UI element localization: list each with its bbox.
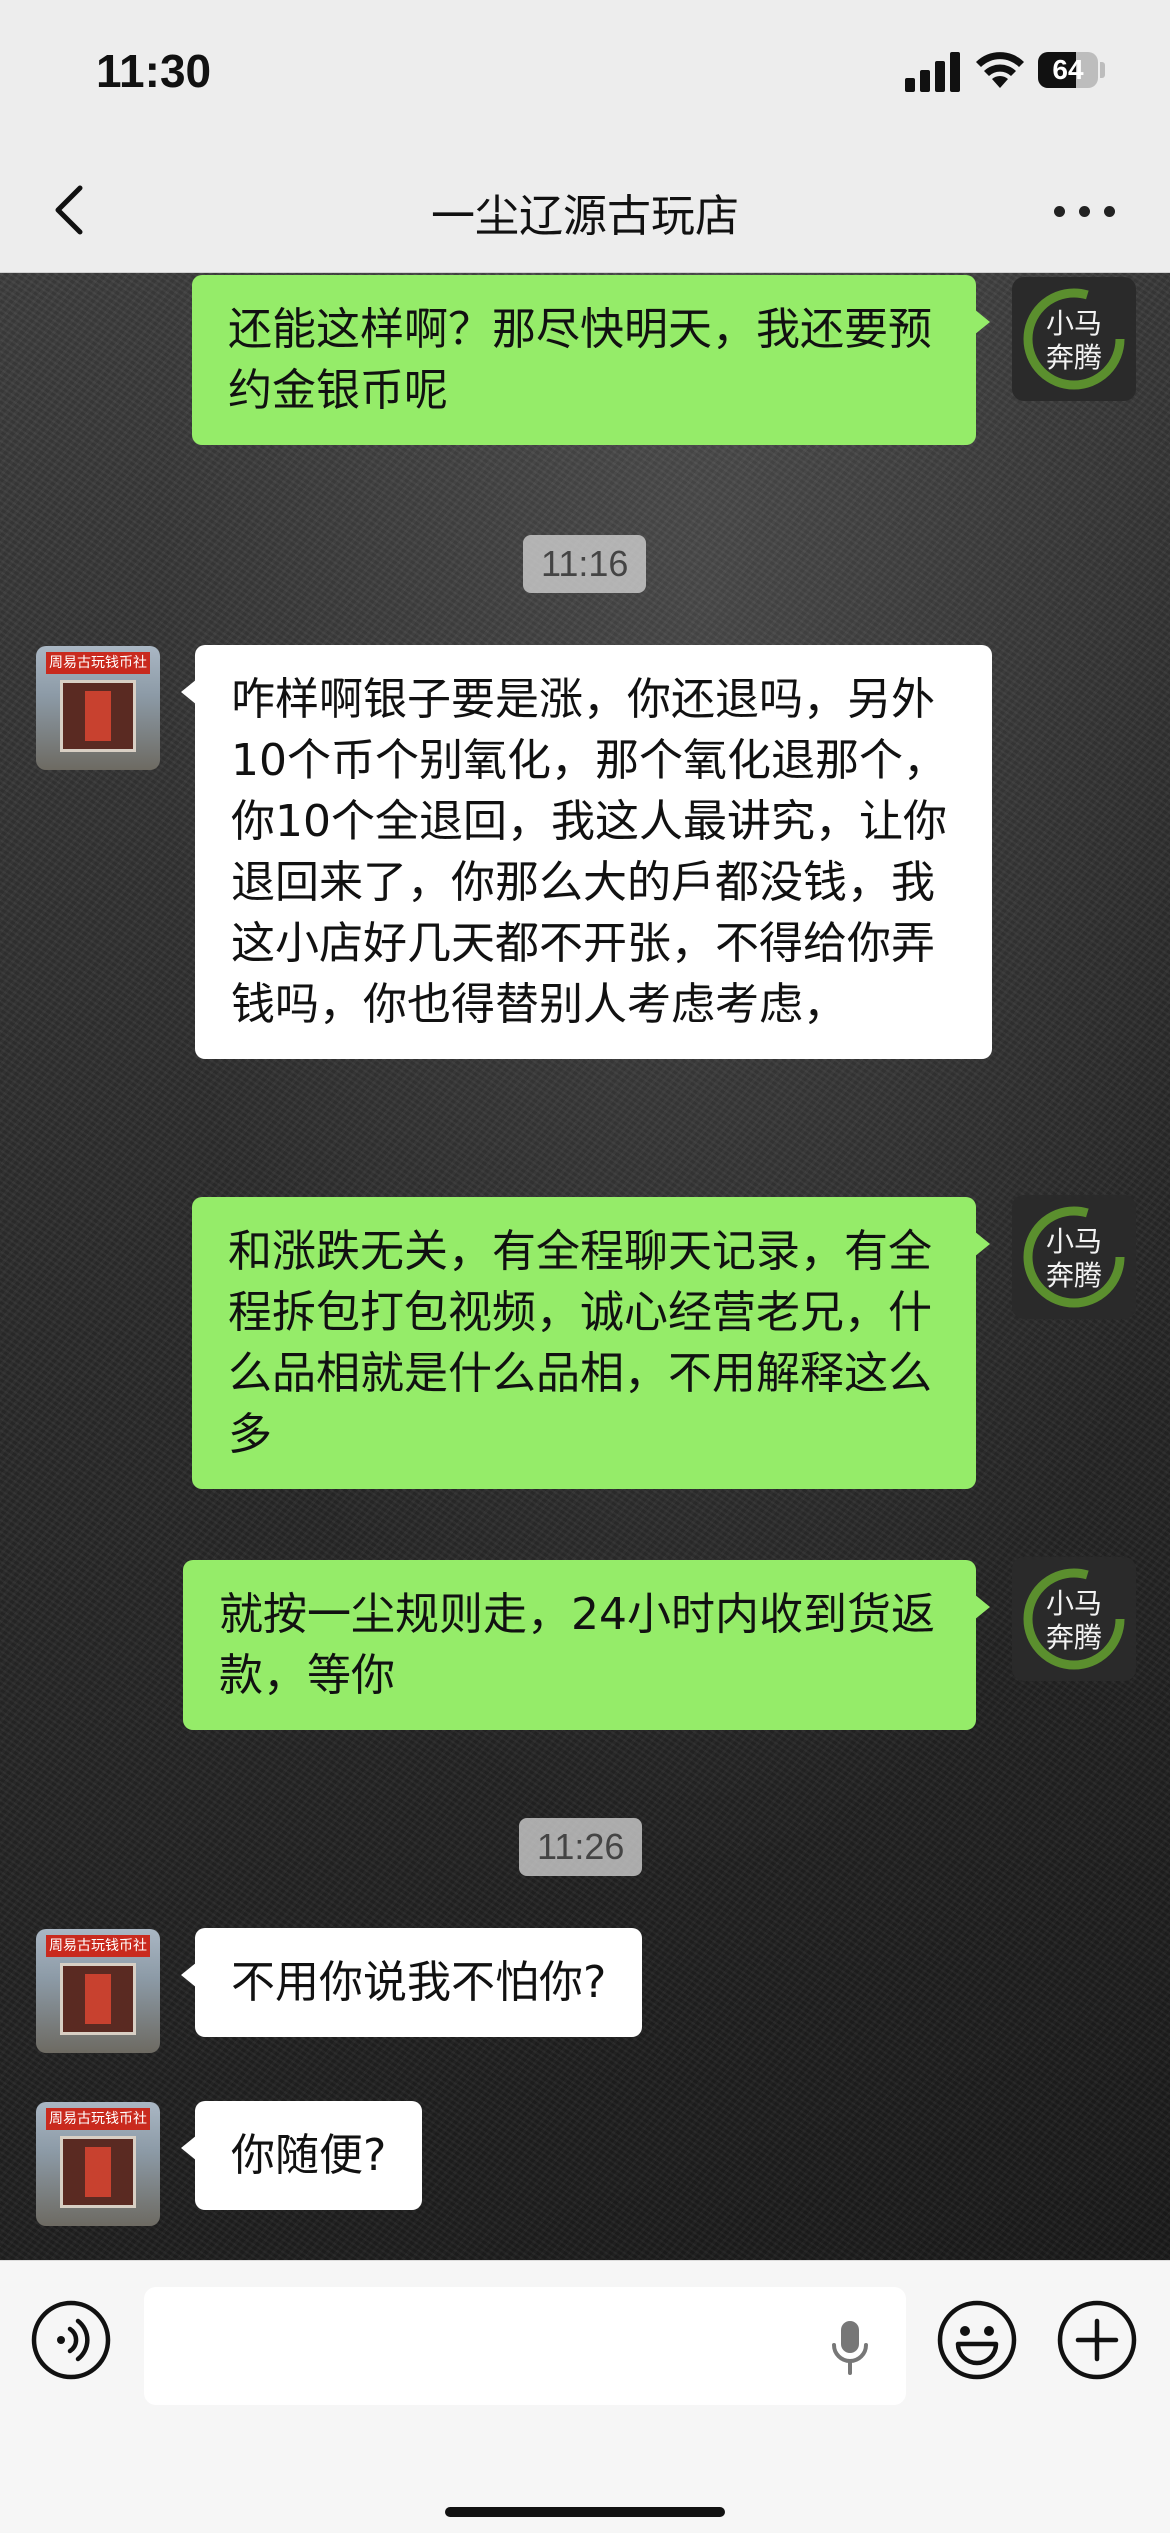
chat-message-list[interactable]: 还能这样啊？那尽快明天，我还要预约金银币呢 小马 奔腾 11:16 周易古玩钱币社… [0,273,1170,2260]
my-avatar[interactable]: 小马 奔腾 [1012,1195,1136,1319]
cellular-signal-icon [905,52,961,92]
battery-level-text: 64 [1052,54,1084,85]
avatar-text-line2: 奔腾 [1046,1621,1102,1654]
shop-avatar[interactable]: 周易古玩钱币社 [36,2102,160,2226]
ink-circle-icon: 小马奔腾 [1023,1568,1125,1670]
outgoing-message-bubble[interactable]: 还能这样啊？那尽快明天，我还要预约金银币呢 [192,275,990,445]
avatar-text-line1: 小马 [1046,1225,1102,1258]
incoming-message-bubble[interactable]: 不用你说我不怕你? [180,1928,643,2037]
shop-sign-text: 周易古玩钱币社 [46,2108,150,2130]
input-toolbar [0,2260,1170,2533]
my-avatar[interactable]: 小马 奔腾 [1012,277,1136,401]
battery-icon: 64 [1038,52,1098,88]
more-options-icon[interactable] [1050,196,1120,226]
voice-toggle-icon[interactable] [30,2299,112,2381]
message-timestamp: 11:26 [519,1818,643,1876]
my-avatar[interactable]: 小马 奔腾 [1012,1557,1136,1681]
emoji-icon[interactable] [936,2299,1018,2381]
avatar-text-line2: 奔腾 [1046,341,1102,374]
avatar-text-line1: 小马 [1046,307,1102,340]
shop-door [60,680,136,752]
incoming-message-bubble[interactable]: 咋样啊银子要是涨，你还退吗，另外10个币个别氧化，那个氧化退那个，你10个全退回… [181,645,992,1059]
shop-door [60,2136,136,2208]
home-indicator [445,2507,725,2517]
ink-circle-icon: 小马奔腾 [1023,288,1125,390]
chat-header: 一尘辽源古玩店 [0,150,1170,273]
shop-avatar[interactable]: 周易古玩钱币社 [36,1929,160,2053]
ink-circle-icon: 小马奔腾 [1023,1206,1125,1308]
status-time: 11:30 [96,45,212,97]
shop-sign-text: 周易古玩钱币社 [46,1935,150,1957]
shop-avatar[interactable]: 周易古玩钱币社 [36,646,160,770]
outgoing-message-bubble[interactable]: 就按一尘规则走，24小时内收到货返款，等你 [183,1560,990,1730]
wifi-icon [976,52,1024,88]
incoming-message-bubble[interactable]: 你随便? [180,2101,423,2210]
chat-title: 一尘辽源古玩店 [431,191,739,242]
plus-icon[interactable] [1056,2299,1138,2381]
status-bar: 11:30 64 [0,0,1170,150]
shop-sign-text: 周易古玩钱币社 [46,652,150,674]
outgoing-message-bubble[interactable]: 和涨跌无关，有全程聊天记录，有全程拆包打包视频，诚心经营老兄，什么品相就是什么品… [192,1197,990,1489]
battery-cap [1100,62,1105,78]
shop-door [60,1963,136,2035]
microphone-icon[interactable] [830,2319,870,2375]
message-input[interactable] [144,2287,906,2405]
avatar-text-line1: 小马 [1046,1587,1102,1620]
message-timestamp: 11:16 [523,535,647,593]
avatar-text-line2: 奔腾 [1046,1259,1102,1292]
